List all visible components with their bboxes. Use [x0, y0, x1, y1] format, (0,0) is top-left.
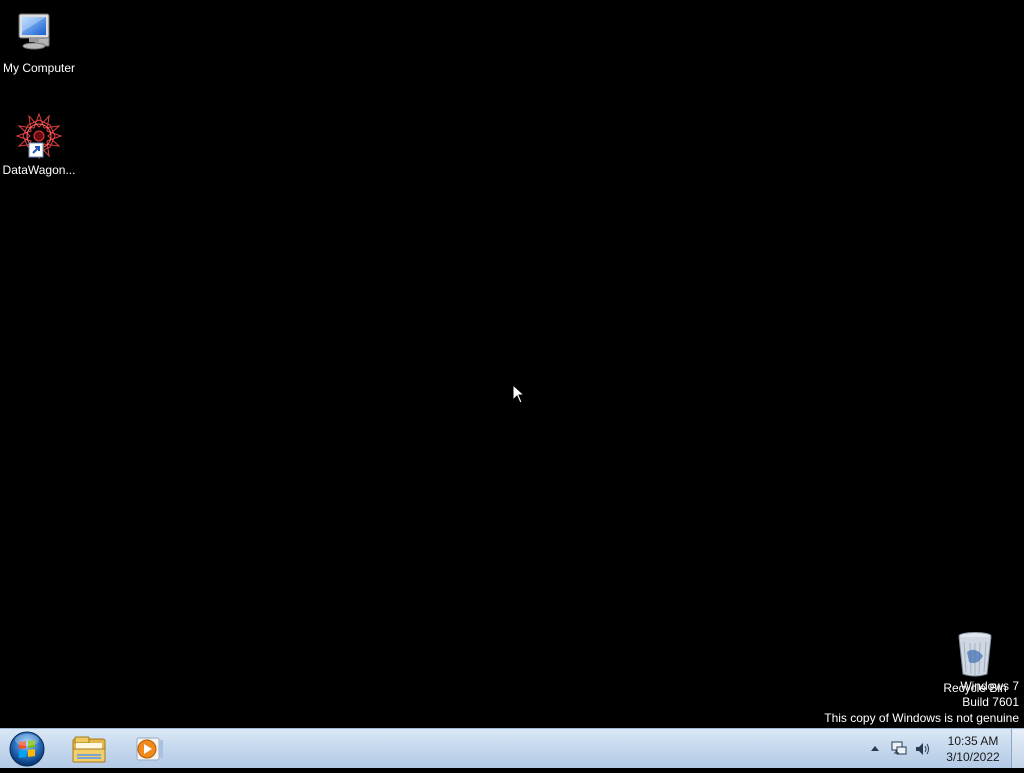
- show-hidden-icons-icon[interactable]: [870, 744, 880, 752]
- media-player-icon: [136, 737, 163, 761]
- my-computer-icon: [15, 10, 63, 58]
- watermark-os: Windows 7: [960, 679, 1019, 693]
- desktop-icon-my-computer[interactable]: My Computer: [0, 10, 78, 75]
- genuine-watermark: Windows 7 Build 7601 This copy of Window…: [824, 678, 1019, 726]
- show-desktop-button[interactable]: [1011, 729, 1024, 768]
- windows-explorer-icon: [72, 736, 106, 763]
- desktop-icon-datawagon[interactable]: DataWagon...: [0, 112, 78, 177]
- windows-orb-icon: [9, 731, 45, 767]
- mouse-cursor-icon: [512, 384, 526, 404]
- taskbar-explorer-button[interactable]: [62, 731, 116, 767]
- recycle-bin-icon: [951, 630, 999, 678]
- network-icon[interactable]: [890, 740, 908, 758]
- desktop-icon-label: DataWagon...: [2, 163, 76, 177]
- start-button[interactable]: [6, 730, 48, 768]
- volume-icon[interactable]: [914, 740, 932, 758]
- watermark-build: Build 7601: [962, 695, 1019, 709]
- taskbar-media-player-button[interactable]: [122, 731, 176, 767]
- watermark-notice: This copy of Windows is not genuine: [824, 711, 1019, 725]
- clock-date: 3/10/2022: [946, 750, 1000, 764]
- clock-time: 10:35 AM: [947, 734, 999, 748]
- desktop[interactable]: My Computer DataWagon... Recycle Bin Win…: [0, 0, 1024, 728]
- desktop-icon-label: My Computer: [2, 61, 76, 75]
- system-clock[interactable]: 10:35 AM 3/10/2022: [940, 733, 1006, 765]
- datawagon-icon: [15, 112, 63, 160]
- taskbar: 10:35 AM 3/10/2022: [0, 728, 1024, 768]
